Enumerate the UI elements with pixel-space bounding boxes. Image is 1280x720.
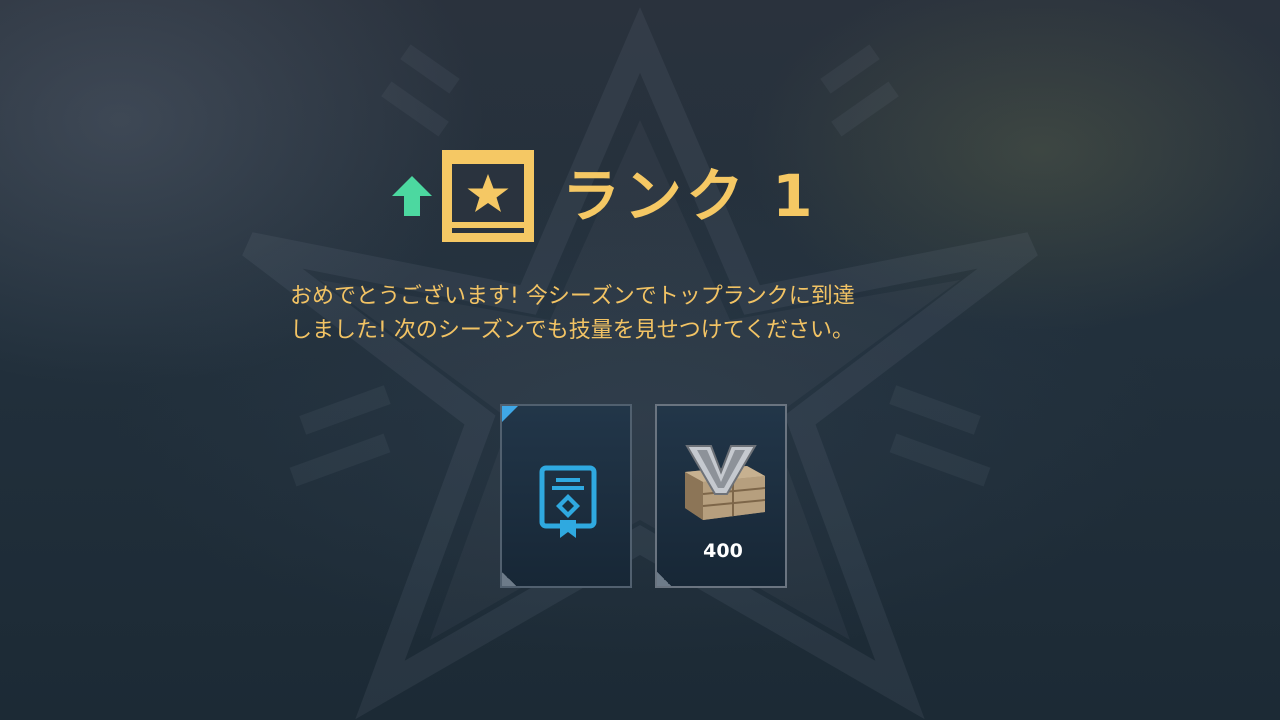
card-corner-accent [502,406,518,422]
rank-star-badge-icon [442,150,534,242]
reward-card-certificate[interactable] [500,404,632,588]
congratulation-message: おめでとうございます! 今シーズンでトップランクに到達 しました! 次のシーズン… [290,284,855,343]
rank-up-screen: ランク 1 おめでとうございます! 今シーズンでトップランクに到達 しました! … [0,0,1280,720]
crate-icon [685,445,766,520]
crate-count: 400 [703,540,743,562]
rank-title-row: ランク 1 [388,150,817,242]
certificate-icon [539,465,597,538]
rank-title: ランク 1 [562,162,817,230]
star-emblem-background [242,7,1038,720]
reward-card-crate[interactable]: 400 [655,404,787,588]
rank-up-arrow-icon [392,176,432,216]
